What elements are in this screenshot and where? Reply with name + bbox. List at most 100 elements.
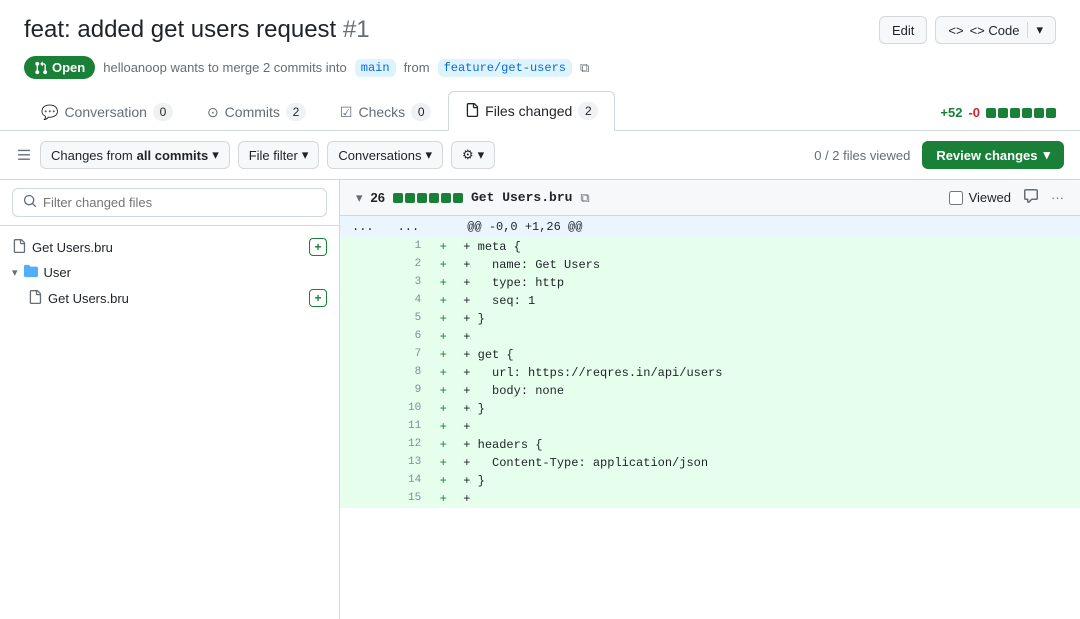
conversations-chevron-icon: ▾: [425, 147, 432, 163]
diff-bar-seg-5: [1034, 108, 1044, 118]
code-1: + meta {: [455, 238, 1080, 256]
filter-changed-files-input[interactable]: [43, 195, 316, 210]
tab-files-changed[interactable]: Files changed 2: [448, 91, 615, 131]
tab-conversation[interactable]: 💬 Conversation 0: [24, 92, 190, 131]
sign-13: +: [431, 454, 455, 472]
hunk-dots-left: ...: [340, 216, 386, 238]
file-icon-1: [12, 239, 26, 256]
sign-14: +: [431, 472, 455, 490]
toolbar-right: 0 / 2 files viewed Review changes ▾: [814, 141, 1064, 169]
code-8: + url: https://reqres.in/api/users: [455, 364, 1080, 382]
hunk-sign-cell: [431, 216, 455, 238]
code-4: + seq: 1: [455, 292, 1080, 310]
file-tree-item-root-get-users[interactable]: Get Users.bru +: [0, 234, 339, 260]
line-num-new-14: 14: [386, 472, 432, 490]
settings-icon: ⚙: [462, 147, 474, 163]
sign-2: +: [431, 256, 455, 274]
conversations-button[interactable]: Conversations ▾: [327, 141, 443, 169]
diff-inline-seg-2: [405, 193, 415, 203]
review-changes-label: Review changes: [936, 148, 1037, 163]
line-num-4: [340, 292, 386, 310]
sign-3: +: [431, 274, 455, 292]
pr-status-text: Open: [52, 60, 85, 75]
add-badge-1: +: [309, 238, 327, 256]
from-text: from: [404, 60, 430, 75]
page-container: feat: added get users request #1 Edit <>…: [0, 0, 1080, 619]
viewed-checkbox[interactable]: Viewed: [949, 190, 1011, 205]
base-branch[interactable]: main: [355, 59, 396, 77]
code-10: + }: [455, 400, 1080, 418]
code-9: + body: none: [455, 382, 1080, 400]
diff-bar: [986, 108, 1056, 118]
commits-icon: ⊙: [207, 104, 219, 121]
comment-icon[interactable]: [1023, 188, 1039, 207]
tab-checks[interactable]: ☑ Checks 0: [323, 92, 448, 131]
sign-8: +: [431, 364, 455, 382]
tab-commits-label: Commits: [225, 104, 280, 120]
tab-commits[interactable]: ⊙ Commits 2: [190, 92, 323, 131]
code-button[interactable]: <> <> Code ▾: [935, 16, 1056, 44]
copy-filename-icon[interactable]: ⧉: [580, 190, 589, 206]
add-badge-2: +: [309, 289, 327, 307]
tab-conversation-count: 0: [153, 103, 173, 121]
code-chevron-icon: ▾: [1036, 22, 1043, 38]
tab-checks-count: 0: [411, 103, 431, 121]
tab-checks-label: Checks: [358, 104, 405, 120]
filter-input-inner: [12, 188, 327, 217]
code-12: + headers {: [455, 436, 1080, 454]
copy-branch-icon[interactable]: ⧉: [580, 60, 589, 76]
tab-files-changed-label: Files changed: [485, 103, 572, 119]
search-icon: [23, 194, 37, 211]
compare-branch[interactable]: feature/get-users: [438, 59, 572, 77]
line-num-new-15: 15: [386, 490, 432, 508]
diff-line-6: 6 + +: [340, 328, 1080, 346]
diff-expand-icon[interactable]: ▾: [356, 190, 363, 206]
all-commits-label: all commits: [137, 148, 209, 163]
diff-line-2: 2 + + name: Get Users: [340, 256, 1080, 274]
line-num-3: [340, 274, 386, 292]
file-tree: Get Users.bru + ▾ User: [0, 226, 339, 319]
sidebar: Get Users.bru + ▾ User: [0, 180, 340, 619]
viewed-checkbox-input[interactable]: [949, 191, 963, 205]
line-num-new-8: 8: [386, 364, 432, 382]
diff-line-1: 1 + + meta {: [340, 238, 1080, 256]
more-options-icon[interactable]: ···: [1051, 190, 1064, 205]
line-num-new-9: 9: [386, 382, 432, 400]
line-num-new-13: 13: [386, 454, 432, 472]
filter-input-wrap: [0, 180, 339, 226]
edit-button[interactable]: Edit: [879, 16, 927, 44]
line-num-7: [340, 346, 386, 364]
file-filter-button[interactable]: File filter ▾: [238, 141, 320, 169]
line-num-13: [340, 454, 386, 472]
pr-title: feat: added get users request #1: [24, 16, 370, 44]
hunk-dots-right: ...: [386, 216, 432, 238]
review-changes-button[interactable]: Review changes ▾: [922, 141, 1064, 169]
diff-line-11: 11 + +: [340, 418, 1080, 436]
line-num-new-10: 10: [386, 400, 432, 418]
code-5: + }: [455, 310, 1080, 328]
line-num-2: [340, 256, 386, 274]
main-content: Get Users.bru + ▾ User: [0, 180, 1080, 619]
line-num-6: [340, 328, 386, 346]
settings-button[interactable]: ⚙ ▾: [451, 141, 495, 169]
diff-line-10: 10 + + }: [340, 400, 1080, 418]
line-num-new-5: 5: [386, 310, 432, 328]
diff-line-8: 8 + + url: https://reqres.in/api/users: [340, 364, 1080, 382]
diff-table: ... ... @@ -0,0 +1,26 @@ 1 + + meta {: [340, 216, 1080, 508]
settings-chevron-icon: ▾: [478, 147, 485, 163]
changes-from-button[interactable]: Changes from all commits ▾: [40, 141, 230, 169]
code-14: + }: [455, 472, 1080, 490]
grid-icon: [16, 147, 32, 163]
file-tree-item-folder-user[interactable]: ▾ User: [0, 260, 339, 285]
review-chevron-icon: ▾: [1043, 147, 1050, 163]
conversations-label: Conversations: [338, 148, 421, 163]
diff-bar-seg-6: [1046, 108, 1056, 118]
sign-11: +: [431, 418, 455, 436]
tab-conversation-label: Conversation: [64, 104, 147, 120]
files-changed-icon: [465, 103, 479, 120]
file-tree-item-user-get-users[interactable]: Get Users.bru +: [0, 285, 339, 311]
sign-4: +: [431, 292, 455, 310]
diff-line-9: 9 + + body: none: [340, 382, 1080, 400]
diff-inline-seg-5: [441, 193, 451, 203]
line-num-12: [340, 436, 386, 454]
